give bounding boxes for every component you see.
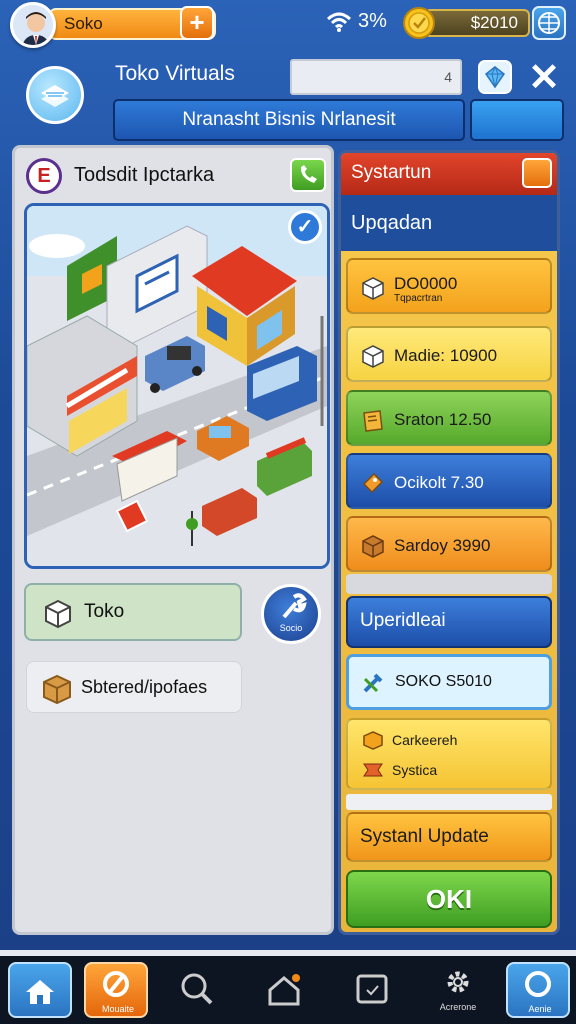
ribbon-icon [363,763,383,777]
search-hint: 4 [444,69,452,85]
upgrade-item-label: Ocikolt 7.30 [394,473,484,492]
subtitle-side-button[interactable] [470,99,564,141]
upgrade-item-label: Sraton 12.50 [394,410,492,429]
panel-divider [346,574,552,594]
globe-button[interactable] [532,6,566,40]
isometric-store-scene [27,206,327,566]
coin-counter[interactable]: $2010 [402,6,530,40]
nav-missions[interactable]: Mouaite [84,962,148,1018]
app-title: Toko Virtuals [115,62,235,85]
resource-pair[interactable]: Carkeereh Systica [346,718,552,790]
store-panel-title: Todsdit Ipctarka [74,164,215,186]
cardboard-box-icon [362,535,384,558]
resource-label: Systica [392,762,438,778]
nav-profile-label: Aenie [528,1004,552,1014]
system-panel-header-button[interactable] [522,158,552,188]
screen-icon [356,974,388,1004]
nav-missions-label: Mouaite [101,1004,135,1014]
store-house-icon [268,974,300,1006]
home-icon [26,980,54,1004]
search-icon [181,973,213,1005]
system-update-button[interactable]: Systanl Update [346,812,552,862]
nav-profile[interactable]: Aenie [506,962,570,1018]
phone-button[interactable] [290,158,326,192]
signal-percent: 3% [358,10,387,32]
business-subtitle-bar[interactable]: Nranasht Bisnis Nrlanesit [113,99,465,141]
crate-icon [363,731,383,750]
phone-icon [300,165,317,183]
layers-logo-icon [41,85,69,107]
globe-icon [538,12,560,34]
tag-icon [362,472,384,494]
player-name: Soko [64,14,103,33]
gold-coin-icon [403,7,435,39]
gear-icon [447,971,469,993]
stored-products-button[interactable]: Sbtered/ipofaes [26,661,242,713]
package-icon [363,410,383,432]
tools-button[interactable]: Socio [261,584,321,644]
nav-search[interactable] [164,962,228,1018]
target-icon [103,971,129,997]
toko-label: Toko [84,601,125,622]
ok-button[interactable]: OKI [346,870,552,928]
soko-value-row[interactable]: SOKO S5010 [346,654,552,710]
coin-amount: $2010 [424,9,530,37]
resource-label: Carkeereh [392,732,458,748]
circle-icon [525,971,551,997]
box-icon [362,277,384,300]
upgrade-item[interactable]: Sardoy 3990 [346,516,552,572]
check-badge[interactable]: ✓ [288,210,322,244]
search-input[interactable]: 4 [290,59,462,95]
nav-settings-label: Acrerone [439,1002,477,1012]
upgrade-item-label: DO0000 [394,274,458,293]
cardboard-box-icon [43,674,71,705]
gem-button[interactable] [478,60,512,94]
upgrade-item[interactable]: Madie: 10900 [346,326,552,382]
upgrade-item-label: Madie: 10900 [394,346,498,365]
upgrade-item-sublabel: Tqpacrtran [394,293,443,304]
panel-spacer [346,794,552,810]
update-subheader: Upqadan [341,195,557,251]
close-button[interactable]: ✕ [524,58,564,98]
update-section-header[interactable]: Uperidleai [346,596,552,648]
toko-button[interactable]: Toko [24,583,242,641]
wifi-icon [326,12,352,32]
nav-store[interactable] [252,962,316,1018]
soko-value: SOKO S5010 [395,673,492,690]
avatar[interactable] [10,2,56,48]
stored-products-label: Sbtered/ipofaes [81,677,208,697]
upgrade-item-label: Sardoy 3990 [394,536,491,555]
store-panel-icon: E [26,158,62,194]
box-icon [362,345,384,368]
gem-icon [484,65,506,89]
upgrade-item[interactable]: Ocikolt 7.30 [346,453,552,509]
app-logo [26,66,84,124]
tools-icon [363,673,383,693]
upgrade-item[interactable]: Sraton 12.50 [346,390,552,446]
add-coins-button[interactable]: + [180,6,214,40]
tools-label: Socio [279,623,303,633]
upgrade-item[interactable]: DO0000 Tqpacrtran [346,258,552,314]
box-icon [45,599,71,629]
wrench-icon [282,593,307,619]
nav-screen[interactable] [340,962,404,1018]
nav-home[interactable] [8,962,72,1018]
store-scene-image[interactable] [24,203,330,569]
nav-settings[interactable]: Acrerone [426,962,490,1018]
